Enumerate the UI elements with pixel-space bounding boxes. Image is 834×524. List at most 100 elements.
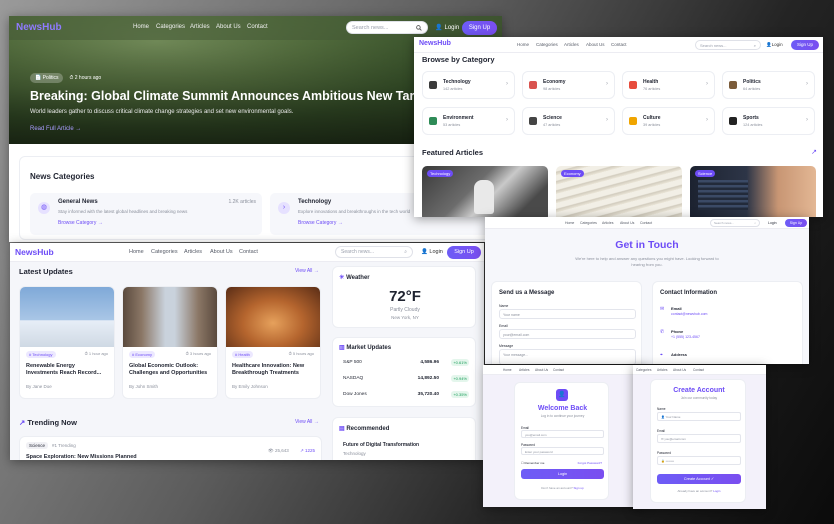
browse-category-card[interactable]: Sports 124 articles ›: [722, 107, 815, 135]
nav-home[interactable]: Home: [133, 24, 149, 30]
brand-logo[interactable]: NewsHub: [16, 22, 62, 33]
browse-category-card[interactable]: Technology 142 articles ›: [422, 71, 515, 99]
contact-window: Home Categories Articles About Us Contac…: [485, 217, 809, 364]
nav-about[interactable]: About Us: [535, 368, 548, 372]
nav-articles[interactable]: Articles: [519, 368, 529, 372]
trending-title: ↗ Trending Now: [19, 418, 77, 427]
nav-contact[interactable]: Contact: [611, 42, 627, 47]
signup-button[interactable]: Sign Up: [447, 246, 481, 259]
nav-articles[interactable]: Articles: [602, 221, 613, 225]
top-nav: NewsHub Home Categories Articles About U…: [10, 243, 484, 262]
nav-home[interactable]: Home: [503, 368, 512, 372]
email-value[interactable]: contact@newshub.com: [671, 312, 707, 316]
password-field[interactable]: Enter your password: [521, 447, 604, 455]
latest-view-all[interactable]: View All →: [295, 268, 319, 274]
search-input[interactable]: Search news... ⌕: [710, 219, 760, 227]
nav-about[interactable]: About Us: [216, 24, 241, 30]
login-link[interactable]: Login: [768, 221, 777, 225]
browse-category-link[interactable]: Browse Category →: [58, 220, 103, 226]
login-card: 👤 Welcome Back Log in to continue your j…: [514, 382, 609, 500]
nav-home[interactable]: Home: [517, 42, 529, 47]
chevron-right-icon: ›: [506, 81, 508, 87]
article-card[interactable]: # Health ⏱ 5 hours ago Healthcare Innovat…: [225, 286, 321, 399]
phone-value[interactable]: +1 (555) 123-4567: [671, 335, 700, 339]
chevron-right-icon: ›: [806, 117, 808, 123]
email-field[interactable]: ✉ you@email.com: [657, 434, 741, 443]
nav-categories[interactable]: Categories: [636, 368, 651, 372]
nav-about[interactable]: About Us: [620, 221, 634, 225]
nav-home[interactable]: Home: [565, 221, 574, 225]
nav-categories[interactable]: Categories: [536, 42, 558, 47]
hero-read-link[interactable]: Read Full Article →: [30, 126, 81, 132]
browse-category-card[interactable]: Health 76 articles ›: [622, 71, 715, 99]
email-field[interactable]: your@email.com: [499, 329, 636, 339]
latest-title: Latest Updates: [19, 267, 73, 276]
message-field[interactable]: Your message...: [499, 349, 636, 364]
category-card-general[interactable]: ◍ General News 1.2K articles Stay inform…: [30, 193, 262, 235]
signup-link[interactable]: Sign up: [574, 486, 584, 490]
login-button[interactable]: Login: [521, 469, 604, 479]
nav-about[interactable]: About Us: [673, 368, 686, 372]
create-account-button[interactable]: Create Account ✓: [657, 474, 741, 484]
name-field[interactable]: Your name: [499, 309, 636, 319]
signup-button[interactable]: Sign Up: [785, 219, 807, 227]
signup-button[interactable]: Sign Up: [462, 21, 497, 35]
search-input[interactable]: Search news... ⌕: [335, 246, 413, 258]
nav-about[interactable]: About Us: [210, 249, 233, 255]
nav-home[interactable]: Home: [129, 249, 144, 255]
login-link[interactable]: 👤 Login: [421, 249, 443, 255]
nav-contact[interactable]: Contact: [640, 221, 652, 225]
browse-category-card[interactable]: Politics 64 articles ›: [722, 71, 815, 99]
article-card[interactable]: # Technology ⏱ 1 hour ago Renewable Energ…: [19, 286, 115, 399]
login-link[interactable]: 👤Login: [435, 24, 459, 32]
article-tag: # Economy: [129, 351, 156, 358]
nav-categories[interactable]: Categories: [151, 249, 178, 255]
email-field[interactable]: you@email.com: [521, 430, 604, 438]
nav-contact[interactable]: Contact: [239, 249, 258, 255]
featured-card-science[interactable]: Science: [690, 166, 816, 217]
search-input[interactable]: Search news...: [346, 21, 428, 34]
brand-logo[interactable]: NewsHub: [419, 40, 451, 47]
nav-about[interactable]: About Us: [586, 42, 605, 47]
trending-view-all[interactable]: View All →: [295, 419, 319, 425]
trending-shares: ↗ 1225: [300, 448, 316, 453]
nav-contact[interactable]: Contact: [553, 368, 564, 372]
featured-card-economy[interactable]: Economy: [556, 166, 682, 217]
browse-category-card[interactable]: Environment 53 articles ›: [422, 107, 515, 135]
featured-card-technology[interactable]: Technology: [422, 166, 548, 217]
category-count: 64 articles: [743, 87, 761, 91]
nav-articles[interactable]: Articles: [190, 24, 210, 30]
nav-categories[interactable]: Categories: [580, 221, 597, 225]
login-link[interactable]: Login: [713, 489, 720, 493]
hero-time: ⏱ 2 hours ago: [69, 75, 102, 81]
forgot-password-link[interactable]: Forgot Password?: [578, 461, 602, 465]
password-field[interactable]: 🔒 ••••••••: [657, 456, 741, 465]
article-card[interactable]: # Economy ⏱ 3 hours ago Global Economic O…: [122, 286, 218, 399]
signup-button[interactable]: Sign Up: [791, 40, 819, 50]
nav-contact[interactable]: Contact: [247, 24, 268, 30]
brand-logo[interactable]: NewsHub: [15, 247, 54, 257]
browse-category-card[interactable]: Science 47 articles ›: [522, 107, 615, 135]
nav-articles[interactable]: Articles: [184, 249, 202, 255]
market-row: Dow Jones 35,720.40 +0.35%: [343, 391, 469, 402]
contact-title: Get in Touch: [615, 239, 679, 251]
recommended-item[interactable]: Future of Digital Transformation: [343, 442, 419, 448]
nav-contact[interactable]: Contact: [693, 368, 704, 372]
search-input[interactable]: Search news... ⌕: [695, 40, 761, 50]
nav-articles[interactable]: Articles: [564, 42, 579, 47]
message-label: Message: [499, 344, 514, 348]
nav-articles[interactable]: Articles: [657, 368, 667, 372]
browse-category-card[interactable]: Culture 39 articles ›: [622, 107, 715, 135]
article-time: ⏱ 5 hours ago: [288, 351, 314, 356]
nav-categories[interactable]: Categories: [156, 24, 185, 30]
category-count: 53 articles: [443, 123, 461, 127]
categories-window: NewsHub Home Categories Articles About U…: [414, 37, 823, 217]
login-link[interactable]: 👤Login: [766, 42, 783, 48]
category-desc: Explore innovations and breakthroughs in…: [298, 209, 411, 214]
remember-checkbox[interactable]: ☐ Remember me: [521, 461, 544, 465]
name-field[interactable]: 👤 Your Name: [657, 412, 741, 421]
trending-card[interactable]: Science #1 Trending 👁 25,643 ↗ 1225 Spac…: [19, 436, 322, 460]
browse-category-link[interactable]: Browse Category →: [298, 220, 343, 226]
browse-category-card[interactable]: Economy 98 articles ›: [522, 71, 615, 99]
category-name: Technology: [443, 79, 471, 85]
